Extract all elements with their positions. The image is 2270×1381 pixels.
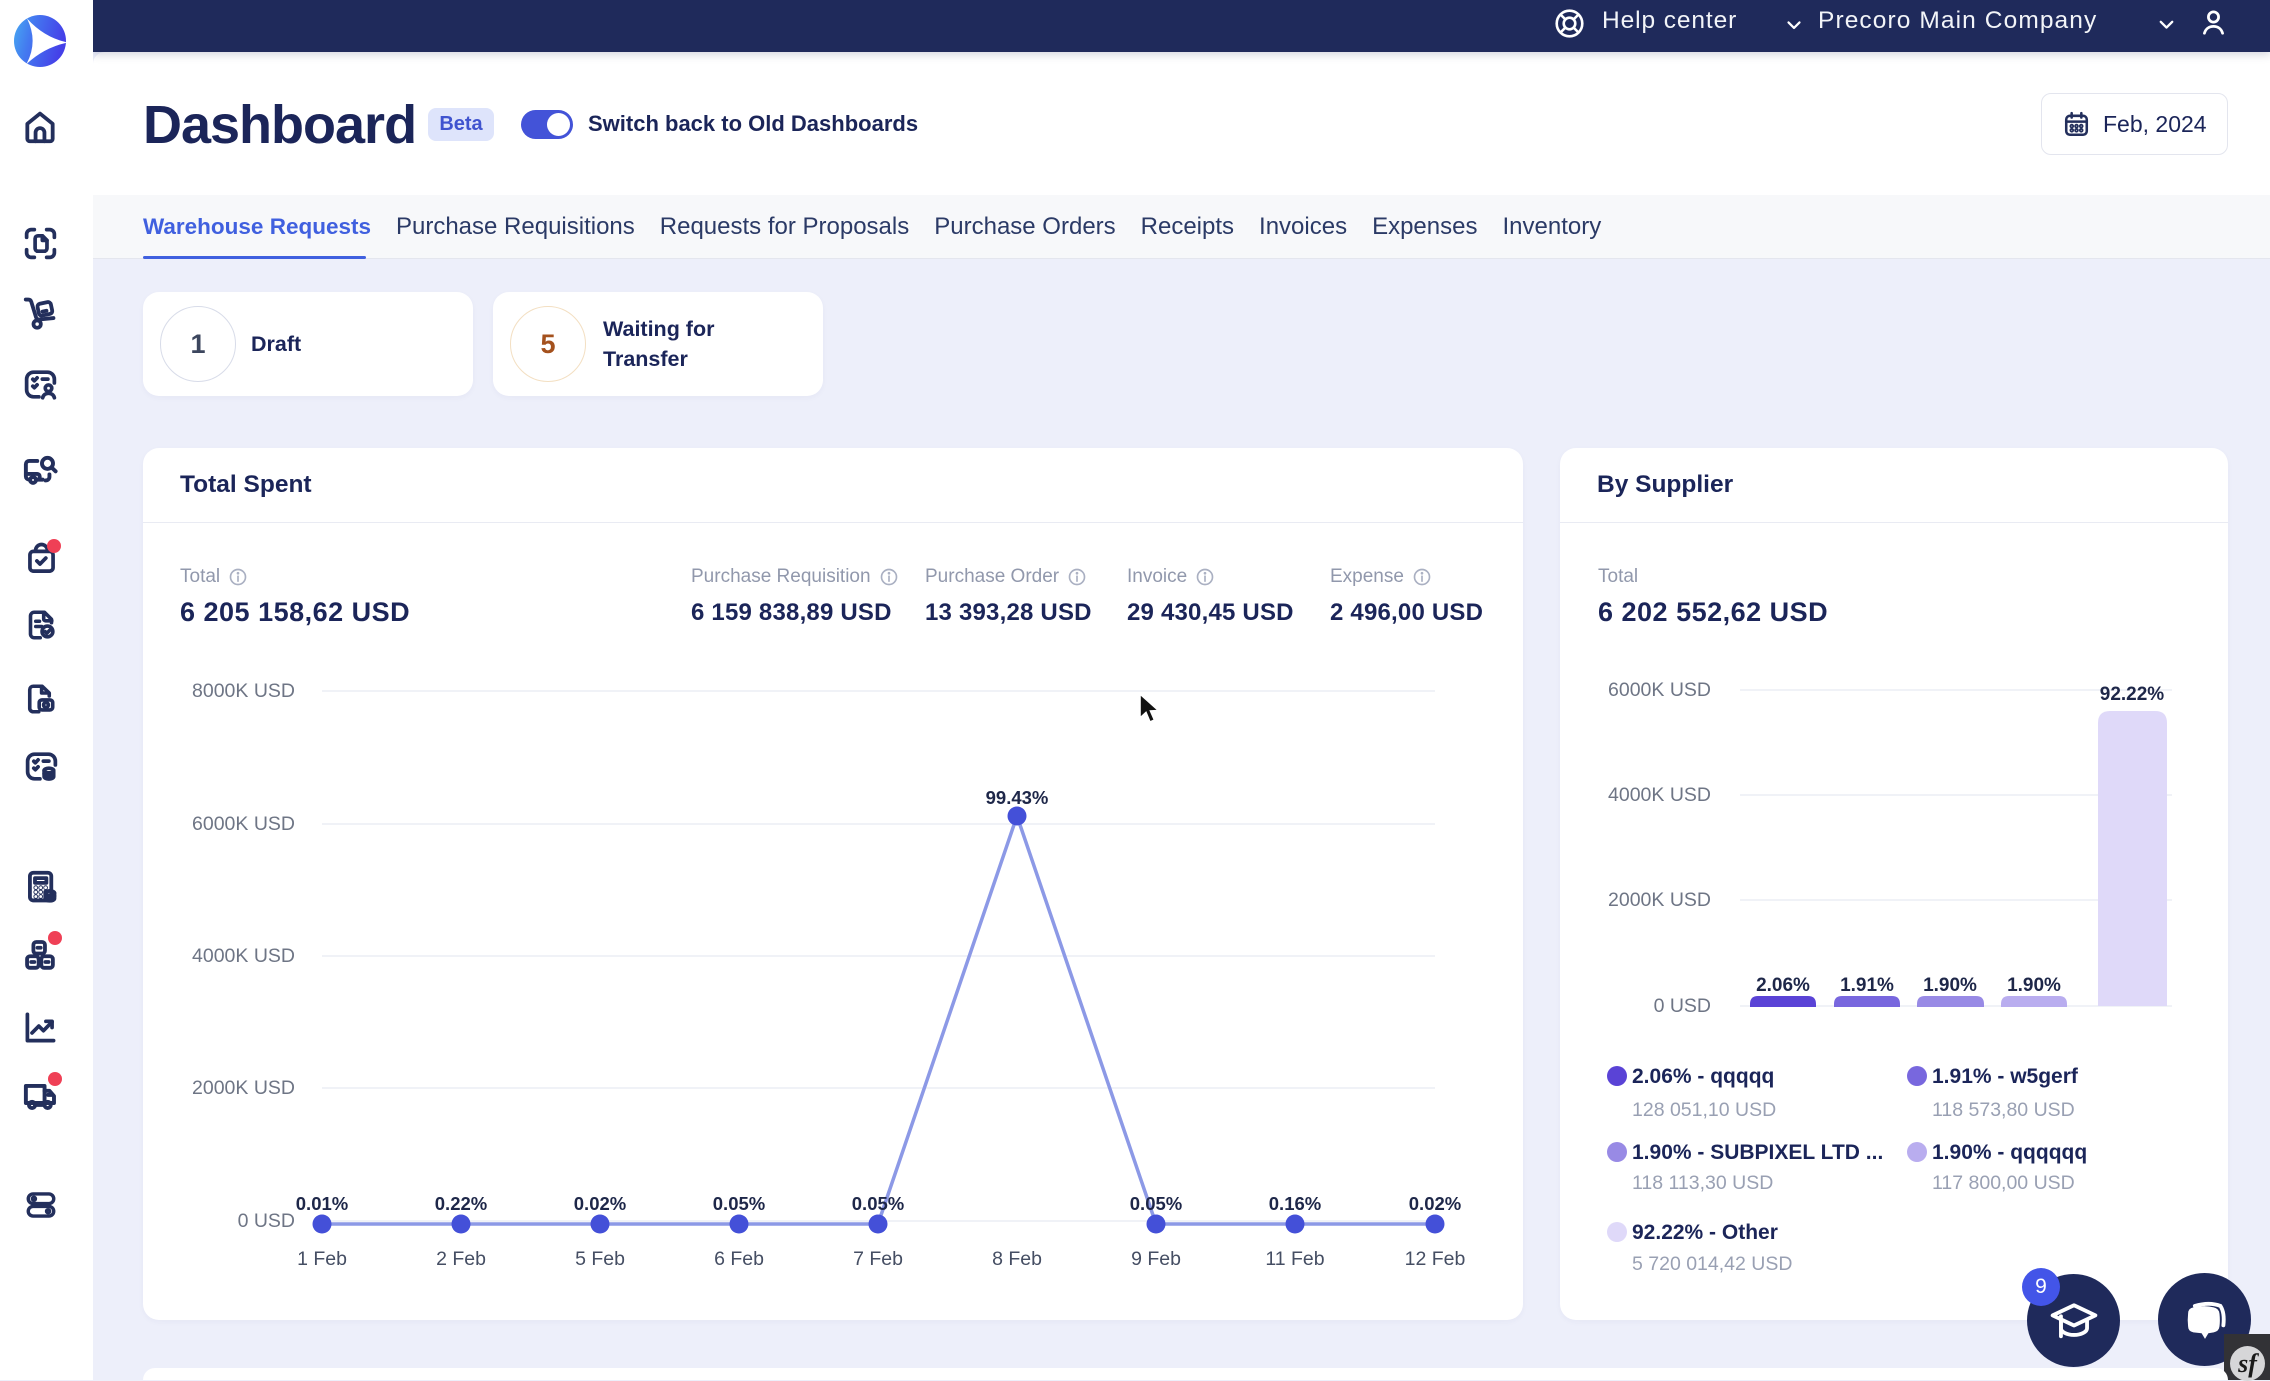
svg-text:4000K USD: 4000K USD [192,945,295,967]
svg-text:1 Feb: 1 Feb [297,1248,347,1270]
svg-text:12 Feb: 12 Feb [1405,1248,1466,1270]
svg-text:2.06% - qqqqq: 2.06% - qqqqq [1632,1065,1774,1088]
svg-text:8000K USD: 8000K USD [192,680,295,702]
svg-text:118 573,80 USD: 118 573,80 USD [1932,1099,2075,1121]
svg-text:6000K USD: 6000K USD [1608,679,1711,701]
svg-text:7 Feb: 7 Feb [853,1248,903,1270]
svg-text:117 800,00 USD: 117 800,00 USD [1932,1172,2075,1194]
svg-text:2 Feb: 2 Feb [436,1248,486,1270]
svg-text:92.22%: 92.22% [2100,684,2165,705]
svg-text:128 051,10 USD: 128 051,10 USD [1632,1099,1776,1121]
svg-text:1.90% - qqqqqq: 1.90% - qqqqqq [1932,1141,2087,1164]
svg-text:8 Feb: 8 Feb [992,1248,1042,1270]
svg-text:11 Feb: 11 Feb [1265,1248,1324,1270]
svg-text:0 USD: 0 USD [238,1210,295,1232]
svg-text:2000K USD: 2000K USD [192,1077,295,1099]
svg-text:0.02%: 0.02% [574,1193,626,1214]
svg-text:6 Feb: 6 Feb [714,1248,764,1270]
svg-text:5 720 014,42 USD: 5 720 014,42 USD [1632,1253,1792,1275]
svg-text:0.22%: 0.22% [435,1193,487,1214]
svg-text:1.90%: 1.90% [1923,975,1977,996]
svg-text:1.90% - SUBPIXEL LTD ...: 1.90% - SUBPIXEL LTD ... [1632,1141,1883,1164]
svg-text:1.91%: 1.91% [1840,975,1894,996]
svg-text:118 113,30 USD: 118 113,30 USD [1632,1172,1773,1194]
svg-text:1.90%: 1.90% [2007,975,2061,996]
svg-text:0.16%: 0.16% [1269,1193,1321,1214]
svg-text:5 Feb: 5 Feb [575,1248,625,1270]
svg-text:2000K USD: 2000K USD [1608,889,1711,911]
svg-text:0 USD: 0 USD [1654,995,1711,1017]
svg-text:0.02%: 0.02% [1409,1193,1461,1214]
svg-text:1.91% - w5gerf: 1.91% - w5gerf [1932,1065,2079,1088]
svg-text:0.05%: 0.05% [1130,1193,1182,1214]
svg-text:92.22% - Other: 92.22% - Other [1632,1221,1778,1244]
svg-text:4000K USD: 4000K USD [1608,784,1711,806]
svg-text:6000K USD: 6000K USD [192,813,295,835]
svg-text:99.43%: 99.43% [986,787,1049,808]
svg-text:0.05%: 0.05% [852,1193,904,1214]
svg-text:2.06%: 2.06% [1756,975,1810,996]
svg-text:0.01%: 0.01% [296,1193,348,1214]
svg-text:9 Feb: 9 Feb [1131,1248,1181,1270]
svg-text:0.05%: 0.05% [713,1193,765,1214]
